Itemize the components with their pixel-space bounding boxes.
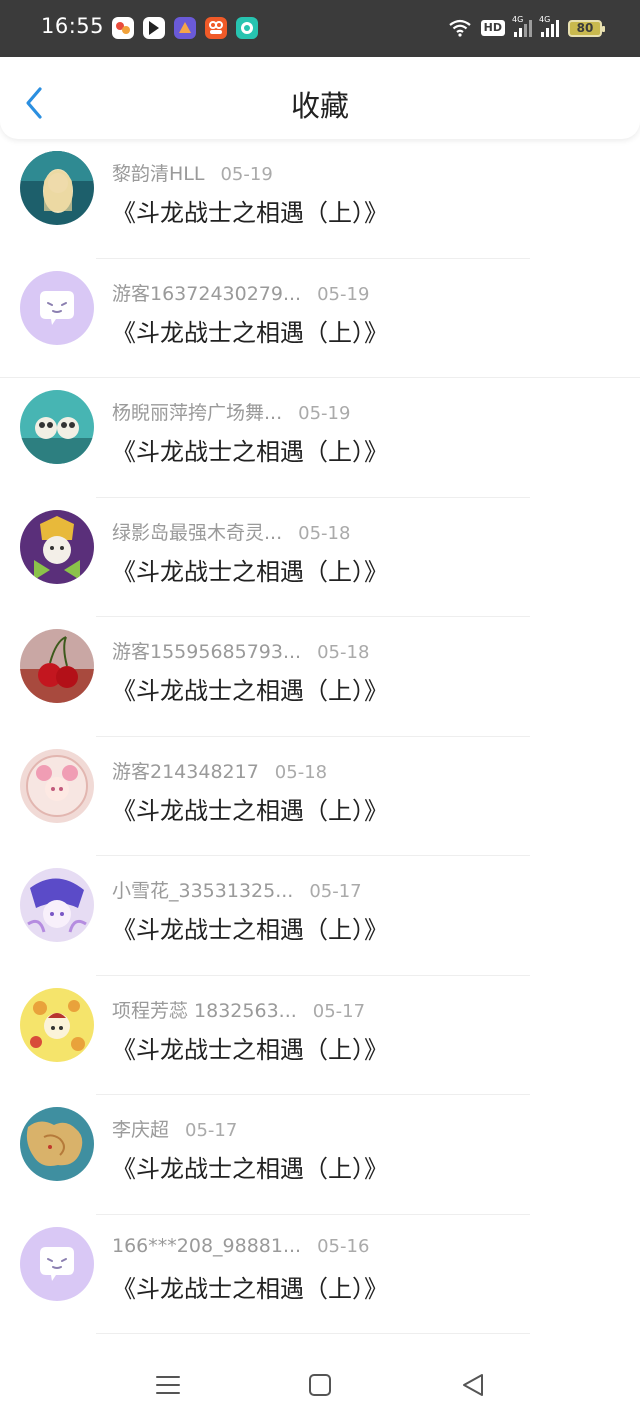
- list-item[interactable]: 游客214348217 05-18 《斗龙战士之相遇（上）》: [0, 737, 640, 856]
- favorite-date: 05-19: [317, 283, 370, 305]
- avatar[interactable]: [20, 1107, 94, 1181]
- system-back-button[interactable]: [458, 1370, 488, 1400]
- status-indicators: HD 4G 4G 80: [448, 15, 605, 40]
- favorite-date: 05-18: [317, 642, 370, 663]
- system-nav-bar: [0, 1350, 640, 1422]
- book-title[interactable]: 《斗龙战士之相遇（上）》: [112, 1269, 388, 1304]
- battery-level: 80: [576, 20, 594, 35]
- favorite-date: 05-17: [312, 1000, 366, 1022]
- book-title[interactable]: 《斗龙战士之相遇（上）》: [112, 910, 388, 945]
- avatar[interactable]: [20, 748, 94, 823]
- list-item[interactable]: 小雪花_33531325... 05-17 《斗龙战士之相遇（上）》: [0, 856, 640, 976]
- list-item[interactable]: 166***208_98881... 05-16 《斗龙战士之相遇（上）》: [0, 1215, 640, 1334]
- book-title[interactable]: 《斗龙战士之相遇（上）》: [112, 1030, 388, 1065]
- divider: [96, 1333, 530, 1334]
- list-item[interactable]: 项程芳蕊 1832563... 05-17 《斗龙战士之相遇（上）》: [0, 976, 640, 1095]
- avatar[interactable]: [20, 868, 94, 942]
- list-item[interactable]: 杨睨丽萍挎广场舞... 05-19 《斗龙战士之相遇（上）》: [0, 378, 640, 498]
- status-time: 16:55: [41, 14, 105, 38]
- menu-icon: [156, 1376, 180, 1394]
- page-title: 收藏: [290, 89, 349, 123]
- user-name: 项程芳蕊 1832563...: [112, 999, 297, 1022]
- user-name: 游客214348217: [112, 760, 259, 783]
- list-item[interactable]: 游客15595685793... 05-18 《斗龙战士之相遇（上）》: [0, 617, 640, 737]
- user-name: 小雪花_33531325...: [112, 880, 294, 902]
- notification-app-icon-1: [112, 17, 134, 39]
- favorite-date: 05-18: [274, 761, 328, 783]
- user-name: 绿影岛最强木奇灵...: [112, 521, 283, 544]
- book-title[interactable]: 《斗龙战士之相遇（上）》: [112, 193, 388, 228]
- user-name: 杨睨丽萍挎广场舞...: [112, 402, 283, 424]
- default-avatar[interactable]: [20, 270, 94, 345]
- battery-icon: 80: [568, 19, 605, 37]
- favorite-date: 05-17: [185, 1120, 238, 1141]
- user-name: 166***208_98881...: [112, 1234, 302, 1257]
- home-button[interactable]: [305, 1370, 335, 1400]
- list-item[interactable]: 李庆超 05-17 《斗龙战士之相遇（上）》: [0, 1095, 640, 1215]
- notification-app-icon-4: [205, 17, 227, 39]
- user-name: 李庆超: [112, 1119, 170, 1141]
- page-header: 收藏: [0, 57, 640, 139]
- favorite-date: 05-19: [298, 403, 351, 424]
- user-name: 游客16372430279...: [112, 282, 302, 305]
- status-bar: 16:55 HD 4G 4G 80: [0, 0, 640, 57]
- signal-icon-1: 4G: [512, 15, 532, 37]
- default-avatar[interactable]: [20, 1226, 94, 1301]
- favorites-list: 黎韵清HLL 05-19 《斗龙战士之相遇（上）》 游客16372430279..…: [0, 139, 640, 1334]
- favorite-date: 05-17: [309, 881, 362, 902]
- notification-app-icon-3: [174, 17, 196, 39]
- book-title[interactable]: 《斗龙战士之相遇（上）》: [112, 671, 388, 706]
- user-name: 黎韵清HLL: [112, 163, 205, 185]
- network-type-label-2: 4G: [539, 15, 551, 24]
- book-title[interactable]: 《斗龙战士之相遇（上）》: [112, 552, 388, 587]
- book-title[interactable]: 《斗龙战士之相遇（上）》: [112, 432, 388, 467]
- list-item[interactable]: 游客16372430279... 05-19 《斗龙战士之相遇（上）》: [0, 259, 640, 378]
- avatar[interactable]: [20, 390, 94, 464]
- recent-apps-button[interactable]: [153, 1370, 183, 1400]
- favorite-date: 05-18: [298, 522, 351, 544]
- favorite-date: 05-16: [317, 1235, 370, 1257]
- back-triangle-icon: [463, 1374, 483, 1396]
- book-title[interactable]: 《斗龙战士之相遇（上）》: [112, 313, 388, 348]
- hd-voice-badge: HD: [480, 20, 505, 36]
- list-item[interactable]: 绿影岛最强木奇灵... 05-18 《斗龙战士之相遇（上）》: [0, 498, 640, 617]
- avatar[interactable]: [20, 509, 94, 584]
- user-name: 游客15595685793...: [112, 641, 302, 663]
- avatar[interactable]: [20, 629, 94, 703]
- book-title[interactable]: 《斗龙战士之相遇（上）》: [112, 791, 388, 826]
- book-title[interactable]: 《斗龙战士之相遇（上）》: [112, 1149, 388, 1184]
- network-type-label-1: 4G: [512, 15, 524, 24]
- favorite-date: 05-19: [220, 164, 273, 185]
- home-square-icon: [309, 1374, 331, 1396]
- wifi-icon: [448, 19, 471, 37]
- signal-icon-2: 4G: [539, 15, 559, 37]
- notification-app-icon-5: [236, 17, 258, 39]
- avatar[interactable]: [20, 151, 94, 225]
- list-item[interactable]: 黎韵清HLL 05-19 《斗龙战士之相遇（上）》: [0, 139, 640, 259]
- avatar[interactable]: [20, 987, 94, 1062]
- notification-app-icon-2: [143, 17, 165, 39]
